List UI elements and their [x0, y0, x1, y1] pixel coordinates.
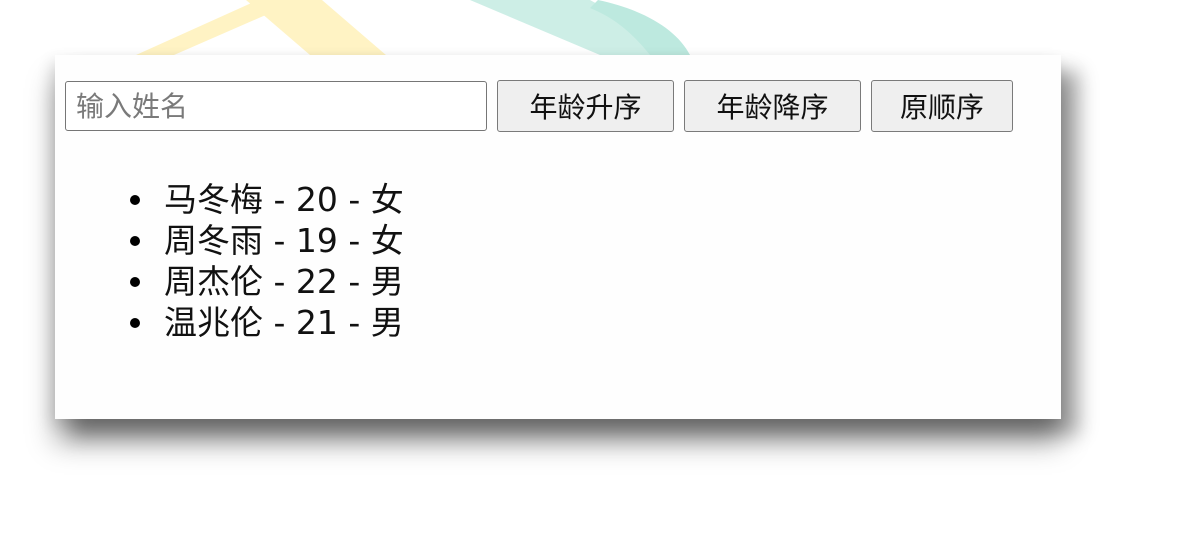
person-label: 温兆伦 - 21 - 男	[164, 303, 404, 342]
original-order-button[interactable]: 原顺序	[871, 80, 1013, 132]
bullet-icon	[130, 194, 140, 205]
sort-age-ascending-button[interactable]: 年龄升序	[497, 80, 674, 132]
bullet-icon	[130, 276, 140, 287]
person-label: 马冬梅 - 20 - 女	[164, 180, 404, 219]
person-list: 马冬梅 - 20 - 女 周冬雨 - 19 - 女 周杰伦 - 22 - 男 温…	[130, 179, 404, 343]
list-item: 温兆伦 - 21 - 男	[130, 302, 404, 343]
name-search-input[interactable]	[65, 81, 487, 131]
list-item: 马冬梅 - 20 - 女	[130, 179, 404, 220]
list-item: 周杰伦 - 22 - 男	[130, 261, 404, 302]
person-label: 周杰伦 - 22 - 男	[164, 262, 404, 301]
bullet-icon	[130, 235, 140, 246]
search-and-sort-toolbar: 年龄升序 年龄降序 原顺序	[65, 80, 1013, 132]
sort-age-descending-button[interactable]: 年龄降序	[684, 80, 861, 132]
list-item: 周冬雨 - 19 - 女	[130, 220, 404, 261]
bullet-icon	[130, 317, 140, 328]
yellow-left-slope-decoration	[136, 0, 300, 55]
person-label: 周冬雨 - 19 - 女	[164, 221, 404, 260]
people-sorting-panel: 年龄升序 年龄降序 原顺序 马冬梅 - 20 - 女 周冬雨 - 19 - 女 …	[55, 55, 1061, 419]
